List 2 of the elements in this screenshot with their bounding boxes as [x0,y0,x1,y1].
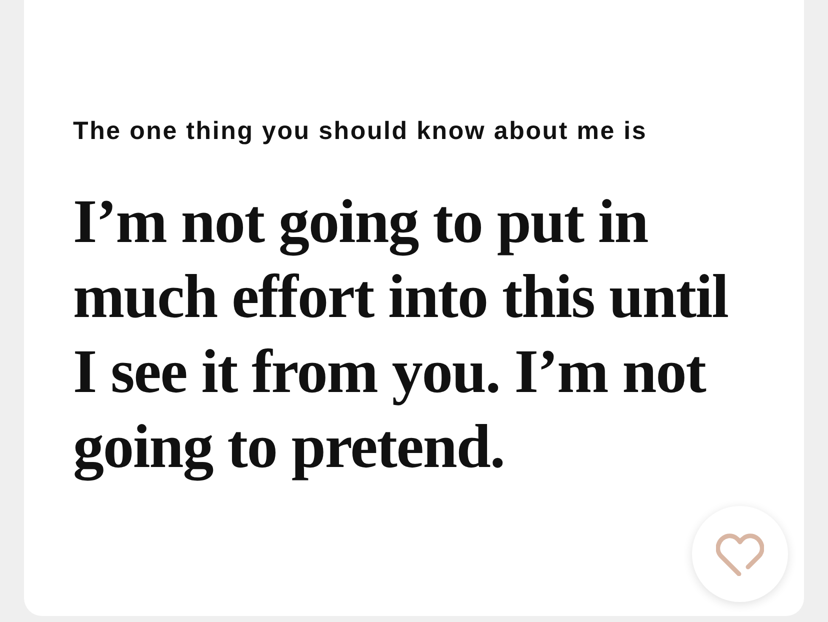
prompt-answer: I’m not going to put in much effort into this until I see it from you. I’m not going to pretend. [73,187,729,483]
prompt-question: The one thing you should know about me is [73,116,648,147]
